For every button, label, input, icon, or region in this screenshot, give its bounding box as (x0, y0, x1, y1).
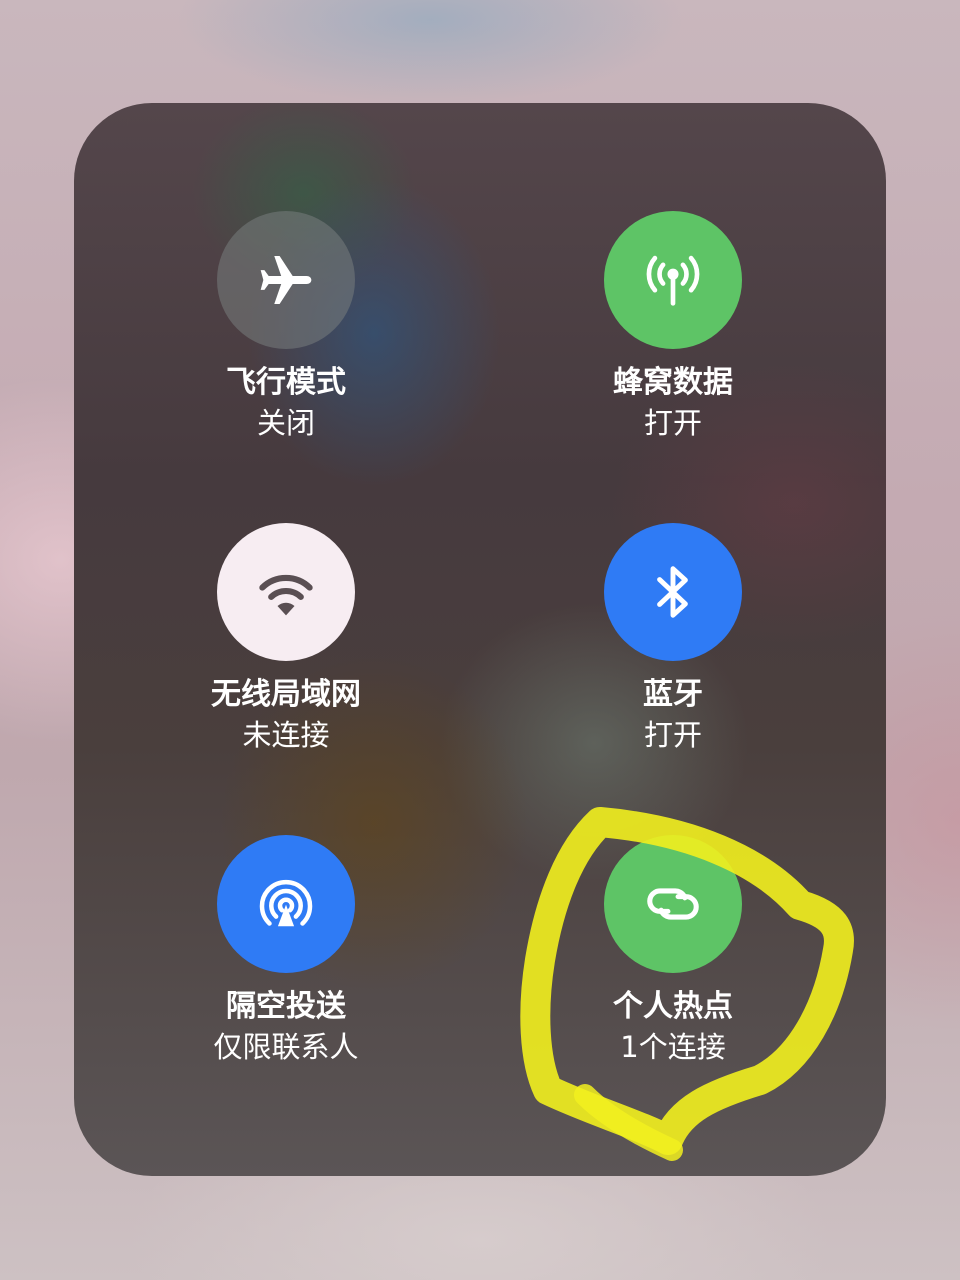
connectivity-panel: 飞行模式 关闭 蜂窝数据 打开 无线局域网 未连接 蓝牙 打开 隔空投送 仅限联… (74, 103, 886, 1176)
cellular-data-button[interactable] (604, 211, 742, 349)
bluetooth-tile: 蓝牙 打开 (523, 523, 823, 783)
airdrop-button[interactable] (217, 835, 355, 973)
airdrop-status: 仅限联系人 (213, 1030, 359, 1064)
airdrop-tile: 隔空投送 仅限联系人 (136, 835, 436, 1095)
cellular-data-status: 打开 (643, 406, 702, 440)
hotspot-link-icon (647, 888, 699, 920)
wifi-button[interactable] (217, 523, 355, 661)
personal-hotspot-tile: 个人热点 1个连接 (523, 835, 823, 1095)
cellular-data-tile: 蜂窝数据 打开 (523, 211, 823, 471)
airplane-mode-tile: 飞行模式 关闭 (136, 211, 436, 471)
personal-hotspot-label: 个人热点 (613, 989, 733, 1024)
airdrop-label: 隔空投送 (226, 989, 346, 1024)
airplane-mode-status: 关闭 (256, 406, 315, 440)
wifi-tile: 无线局域网 未连接 (136, 523, 436, 783)
wifi-icon (259, 575, 313, 616)
airplane-mode-button[interactable] (217, 211, 355, 349)
airdrop-icon (259, 879, 313, 927)
cellular-antenna-icon (646, 255, 700, 306)
airplane-mode-label: 飞行模式 (226, 365, 346, 400)
personal-hotspot-button[interactable] (604, 835, 742, 973)
bluetooth-label: 蓝牙 (643, 677, 703, 712)
wifi-status: 未连接 (242, 718, 330, 752)
airplane-icon (260, 256, 312, 304)
wifi-label: 无线局域网 (211, 677, 361, 712)
bluetooth-icon (657, 566, 688, 618)
bluetooth-status: 打开 (643, 718, 702, 752)
personal-hotspot-status: 1个连接 (620, 1030, 726, 1064)
cellular-data-label: 蜂窝数据 (613, 365, 733, 400)
bluetooth-button[interactable] (604, 523, 742, 661)
